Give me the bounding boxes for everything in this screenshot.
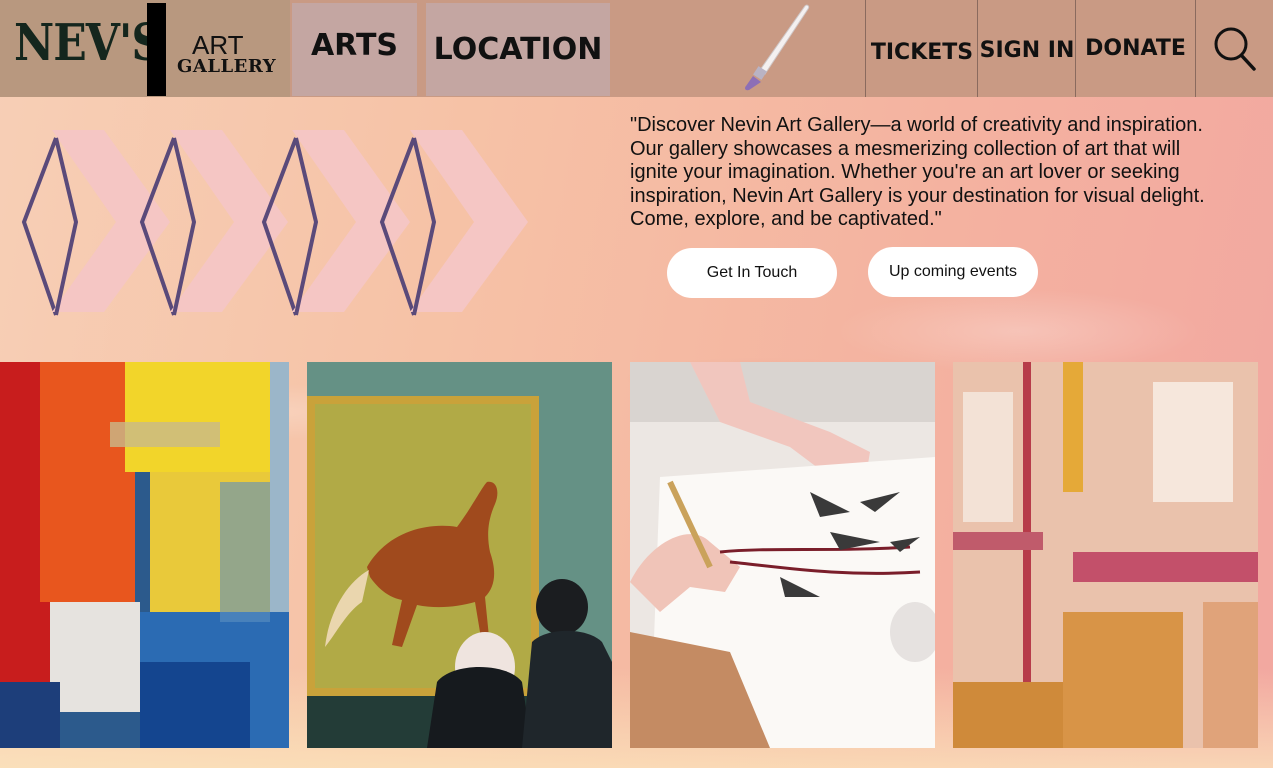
logo-gallery-text: GALLERY	[177, 56, 277, 77]
nav-arts[interactable]: ARTS	[292, 3, 417, 96]
nav-sign-in[interactable]: SIGN IN	[978, 0, 1076, 97]
gallery-image-ink-painting[interactable]	[630, 362, 935, 748]
upcoming-events-button[interactable]: Up coming events	[868, 247, 1038, 297]
site-header: NEV'S ART GALLERY ARTS LOCATION TICKETS …	[0, 0, 1273, 97]
logo-name: NEV'S	[14, 14, 163, 73]
abstract-painting-image	[0, 362, 289, 748]
logo-divider	[147, 3, 166, 96]
get-in-touch-button[interactable]: Get In Touch	[667, 248, 837, 298]
search-button[interactable]	[1196, 0, 1273, 97]
nav-donate[interactable]: DONATE	[1076, 0, 1195, 97]
nav-tickets[interactable]: TICKETS	[866, 0, 978, 97]
ink-painting-image	[630, 362, 935, 748]
gallery-image-abstract-colorful[interactable]	[0, 362, 289, 748]
pink-abstract-image	[953, 362, 1258, 748]
search-icon	[1214, 27, 1256, 71]
nav-location[interactable]: LOCATION	[426, 3, 610, 96]
gallery-image-horse-painting[interactable]	[307, 362, 612, 748]
gallery-image-pink-abstract[interactable]	[953, 362, 1258, 748]
chevron-arrows-decoration	[21, 130, 528, 316]
horse-painting-image	[307, 362, 612, 748]
paintbrush-icon	[745, 4, 810, 91]
chevron-arrow	[21, 130, 170, 316]
hero-tagline: "Discover Nevin Art Gallery—a world of c…	[630, 114, 1205, 231]
logo[interactable]: NEV'S ART GALLERY	[0, 0, 290, 97]
